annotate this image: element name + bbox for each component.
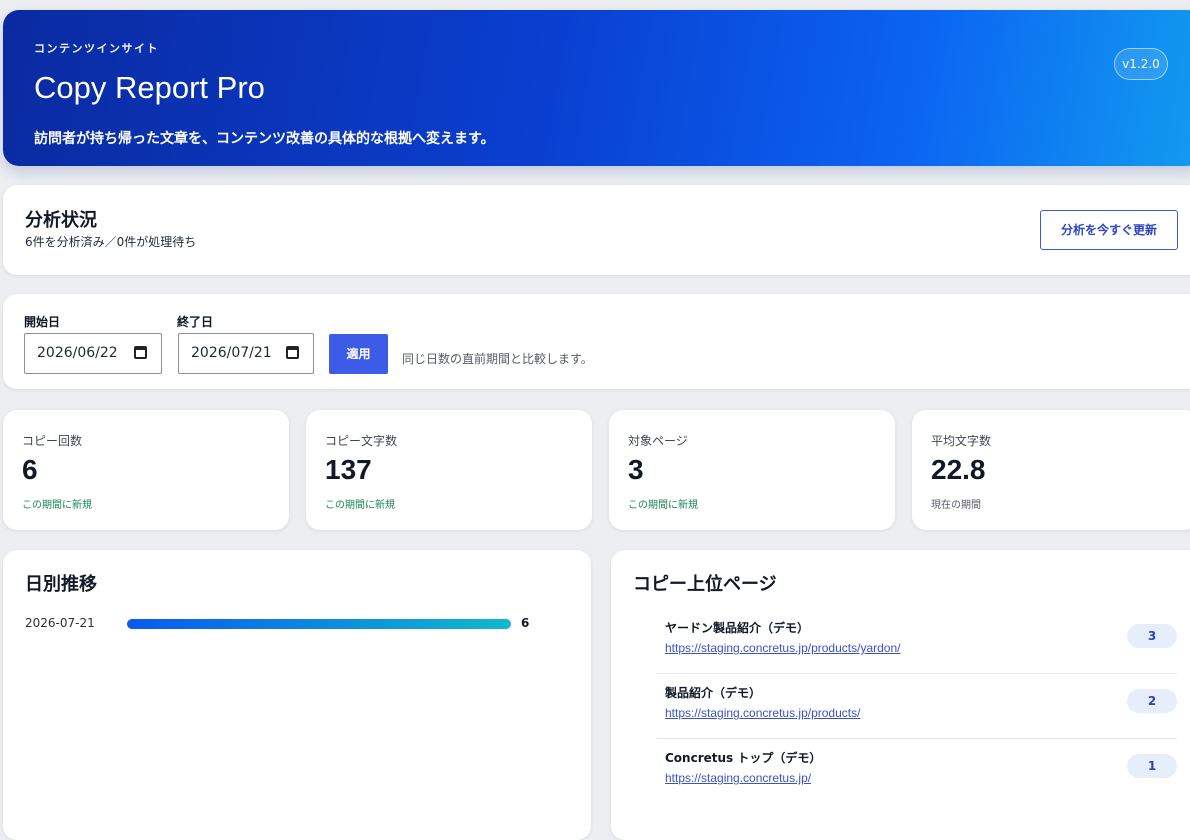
daily-row-date: 2026-07-21 xyxy=(25,616,95,630)
page-name: Concretus トップ（デモ） xyxy=(665,751,822,765)
daily-bar xyxy=(127,619,511,629)
header-banner: コンテンツインサイト Copy Report Pro 訪問者が持ち帰った文章を、… xyxy=(3,10,1190,166)
metric-card-copy-characters: コピー文字数 137 この期間に新規 xyxy=(306,410,592,530)
calendar-icon[interactable] xyxy=(286,346,299,359)
start-date-label: 開始日 xyxy=(24,315,61,329)
page-name: ヤードン製品紹介（デモ） xyxy=(665,621,810,635)
metric-card-copy-count: コピー回数 6 この期間に新規 xyxy=(3,410,289,530)
daily-trend-title: 日別推移 xyxy=(25,574,97,595)
start-date-value: 2026/06/22 xyxy=(37,345,118,361)
calendar-icon[interactable] xyxy=(134,346,147,359)
metric-value: 6 xyxy=(22,454,38,485)
metric-note: この期間に新規 xyxy=(325,500,395,511)
status-summary: 6件を分析済み／0件が処理待ち xyxy=(25,235,197,249)
metric-card-average-characters: 平均文字数 22.8 現在の期間 xyxy=(912,410,1190,530)
metric-value: 3 xyxy=(628,454,644,485)
metric-label: コピー回数 xyxy=(22,434,83,448)
daily-trend-card: 日別推移 2026-07-21 6 xyxy=(3,550,591,840)
refresh-analysis-button[interactable]: 分析を今すぐ更新 xyxy=(1040,210,1178,250)
metric-label: 平均文字数 xyxy=(931,434,992,448)
analysis-status-card: 分析状況 6件を分析済み／0件が処理待ち 分析を今すぐ更新 xyxy=(3,185,1190,275)
page-url-link[interactable]: https://staging.concretus.jp/products/ya… xyxy=(665,641,900,655)
page-name: 製品紹介（デモ） xyxy=(665,686,762,700)
copy-count-badge: 2 xyxy=(1127,689,1177,713)
header-subtitle: 訪問者が持ち帰った文章を、コンテンツ改善の具体的な根拠へ変えます。 xyxy=(34,131,495,147)
end-date-label: 終了日 xyxy=(177,315,214,329)
apply-button[interactable]: 適用 xyxy=(329,334,388,374)
metric-note: この期間に新規 xyxy=(628,500,698,511)
start-date-input[interactable]: 2026/06/22 xyxy=(24,333,162,374)
end-date-input[interactable]: 2026/07/21 xyxy=(178,333,314,374)
list-item: 製品紹介（デモ） https://staging.concretus.jp/pr… xyxy=(657,677,1177,739)
metric-label: コピー文字数 xyxy=(325,434,398,448)
page-url-link[interactable]: https://staging.concretus.jp/products/ xyxy=(665,706,860,720)
metric-card-target-pages: 対象ページ 3 この期間に新規 xyxy=(609,410,895,530)
metric-note: 現在の期間 xyxy=(931,500,981,511)
list-item: Concretus トップ（デモ） https://staging.concre… xyxy=(657,742,1177,804)
list-item: ヤードン製品紹介（デモ） https://staging.concretus.j… xyxy=(657,612,1177,674)
end-date-value: 2026/07/21 xyxy=(191,345,272,361)
status-title: 分析状況 xyxy=(25,210,97,231)
page-url-link[interactable]: https://staging.concretus.jp/ xyxy=(665,771,811,785)
app-title: Copy Report Pro xyxy=(34,70,265,105)
copy-count-badge: 1 xyxy=(1127,754,1177,778)
metric-label: 対象ページ xyxy=(628,434,688,448)
copy-count-badge: 3 xyxy=(1127,624,1177,648)
daily-row-value: 6 xyxy=(521,616,530,630)
metric-value: 137 xyxy=(325,454,372,485)
top-pages-title: コピー上位ページ xyxy=(633,574,777,595)
date-filter-card: 開始日 2026/06/22 終了日 2026/07/21 適用 同じ日数の直前… xyxy=(3,294,1190,389)
metric-note: この期間に新規 xyxy=(22,500,92,511)
version-badge: v1.2.0 xyxy=(1114,48,1168,80)
top-pages-card: コピー上位ページ ヤードン製品紹介（デモ） https://staging.co… xyxy=(611,550,1190,840)
header-eyebrow: コンテンツインサイト xyxy=(34,42,159,55)
daily-bar-track xyxy=(127,619,511,629)
metric-value: 22.8 xyxy=(931,454,986,485)
comparison-note: 同じ日数の直前期間と比較します。 xyxy=(402,352,593,366)
